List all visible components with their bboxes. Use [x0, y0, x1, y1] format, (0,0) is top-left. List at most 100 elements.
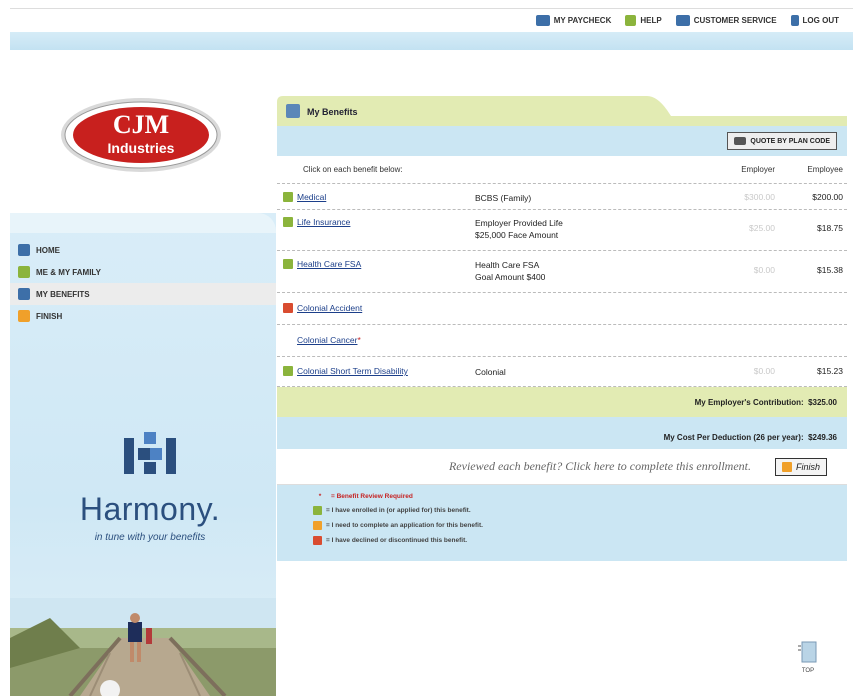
benefits-tab-title: My Benefits [307, 107, 358, 117]
back-to-top-link[interactable]: TOP [793, 640, 823, 680]
page-top-icon [798, 641, 817, 663]
employer-column-header: Employer [741, 165, 775, 174]
benefit-link-medical[interactable]: Medical [297, 192, 475, 202]
review-prompt: Reviewed each benefit? Click here to com… [448, 459, 751, 473]
logo-line2: Industries [108, 140, 175, 156]
employer-cost: $0.00 [753, 265, 775, 275]
sidebar-item-label: MY BENEFITS [36, 289, 90, 299]
finish-icon [18, 310, 30, 322]
declined-status-icon [283, 303, 293, 313]
sidebar-item-label: ME & MY FAMILY [36, 267, 101, 277]
finish-button[interactable]: Finish [774, 457, 827, 476]
my-paycheck-label: MY PAYCHECK [553, 16, 612, 25]
benefit-row-colonial-cancer: Colonial Cancer* [277, 325, 847, 357]
benefit-link-colonial-cancer[interactable]: Colonial Cancer [297, 335, 357, 345]
employer-cost: $300.00 [744, 192, 775, 202]
customer-service-label: CUSTOMER SERVICE [693, 16, 777, 25]
harmony-brand: Harmony. in tune with your benefits [50, 428, 250, 543]
benefit-row-medical: Medical BCBS (Family) $300.00 $200.00 [277, 184, 847, 210]
quote-by-plan-code-button[interactable]: QUOTE BY PLAN CODE [727, 132, 837, 150]
benefits-tab-header: My Benefits [277, 96, 847, 126]
harmony-tagline: in tune with your benefits [94, 532, 206, 543]
top-label: TOP [801, 668, 815, 674]
boardwalk-photo [10, 598, 276, 696]
benefit-description: BCBS (Family) [475, 193, 532, 203]
harmony-name: Harmony. [79, 491, 221, 527]
status-legend: * = Benefit Review Required = I have enr… [277, 485, 847, 561]
quote-button-label: QUOTE BY PLAN CODE [750, 137, 830, 145]
benefit-row-colonial-accident: Colonial Accident [277, 293, 847, 325]
benefit-link-colonial-std[interactable]: Colonial Short Term Disability [297, 366, 475, 376]
benefit-link-colonial-accident[interactable]: Colonial Accident [297, 303, 475, 313]
help-label: HELP [640, 16, 662, 25]
help-icon [625, 15, 637, 26]
employer-contribution-label: My Employer's Contribution: [694, 397, 804, 407]
enrolled-status-icon [283, 366, 293, 376]
benefit-link-health-care-fsa[interactable]: Health Care FSA [297, 259, 475, 269]
employee-cost: $15.38 [817, 265, 843, 275]
benefit-description: Health Care FSA [475, 260, 540, 270]
benefits-tab-icon [286, 104, 300, 118]
quote-icon [734, 137, 747, 145]
sidebar-item-my-benefits[interactable]: MY BENEFITS [10, 283, 276, 305]
log-out-link[interactable]: LOG OUT [790, 15, 839, 26]
instructions-text: Click on each benefit below: [303, 165, 403, 174]
company-logo: CJM Industries [58, 95, 224, 175]
sidebar-item-finish[interactable]: FINISH [18, 305, 276, 327]
sidebar-item-label: HOME [36, 245, 60, 255]
benefit-description-detail: Goal Amount $400 [475, 272, 546, 282]
finish-button-label: Finish [795, 461, 820, 472]
review-row: Reviewed each benefit? Click here to com… [277, 449, 847, 485]
required-star-icon: * [318, 493, 322, 500]
quote-bar: QUOTE BY PLAN CODE [277, 126, 847, 156]
sidebar: HOME ME & MY FAMILY MY BENEFITS FINISH H… [10, 213, 276, 696]
benefit-row-colonial-std: Colonial Short Term Disability Colonial … [277, 357, 847, 387]
legend-required: * = Benefit Review Required [313, 493, 847, 500]
declined-icon [313, 536, 322, 545]
sidebar-item-label: FINISH [36, 311, 63, 321]
cost-per-deduction-value: $249.36 [808, 432, 837, 442]
application-icon [313, 521, 322, 530]
header-strip [10, 32, 853, 50]
sidebar-item-me-family[interactable]: ME & MY FAMILY [18, 261, 276, 283]
cost-per-deduction-label: My Cost Per Deduction (26 per year): [663, 432, 804, 442]
employer-contribution-row: My Employer's Contribution: $325.00 [277, 387, 847, 417]
enrolled-status-icon [283, 217, 293, 227]
enrolled-status-icon [283, 192, 293, 202]
review-required-marker: * [357, 335, 361, 345]
benefit-description-detail: $25,000 Face Amount [475, 230, 559, 240]
employer-contribution-value: $325.00 [808, 397, 837, 407]
benefits-icon [18, 288, 30, 300]
legend-application: = I need to complete an application for … [313, 521, 847, 530]
benefit-row-life-insurance: Life Insurance Employer Provided Life $25… [277, 210, 847, 251]
help-link[interactable]: HELP [625, 15, 662, 26]
log-out-label: LOG OUT [802, 16, 839, 25]
paycheck-icon [535, 15, 550, 26]
legend-declined: = I have declined or discontinued this b… [313, 536, 847, 545]
customer-service-icon [675, 15, 690, 26]
finish-icon [781, 461, 792, 472]
benefit-description: Colonial [475, 367, 506, 377]
benefit-row-health-care-fsa: Health Care FSA Health Care FSA Goal Amou… [277, 251, 847, 293]
harmony-logo-icon [124, 432, 176, 474]
customer-service-link[interactable]: CUSTOMER SERVICE [675, 15, 777, 26]
logo-line1: CJM [113, 110, 169, 139]
enrolled-icon [313, 506, 322, 515]
home-icon [18, 244, 30, 256]
cost-per-deduction-row: My Cost Per Deduction (26 per year): $24… [277, 425, 847, 449]
enrolled-status-icon [283, 259, 293, 269]
my-paycheck-link[interactable]: MY PAYCHECK [535, 15, 612, 26]
family-icon [18, 266, 30, 278]
benefit-description: Employer Provided Life [475, 218, 563, 228]
sidebar-item-home[interactable]: HOME [18, 239, 276, 261]
employee-column-header: Employee [807, 165, 843, 174]
logout-icon [790, 15, 799, 26]
benefits-panel: My Benefits QUOTE BY PLAN CODE Click on … [277, 96, 847, 561]
employer-cost: $0.00 [753, 366, 775, 376]
legend-enrolled: = I have enrolled in (or applied for) th… [313, 506, 847, 515]
employee-cost: $15.23 [817, 366, 843, 376]
benefit-link-life-insurance[interactable]: Life Insurance [297, 217, 475, 227]
employer-cost: $25.00 [749, 223, 775, 233]
employee-cost: $18.75 [817, 223, 843, 233]
employee-cost: $200.00 [812, 192, 843, 202]
